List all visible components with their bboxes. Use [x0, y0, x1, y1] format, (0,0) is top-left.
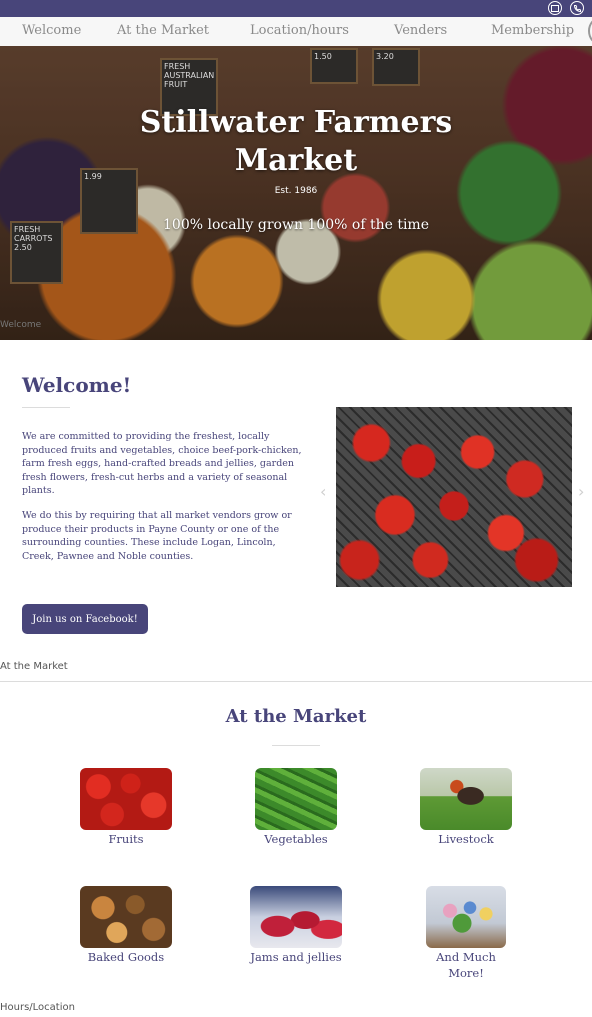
market-card-label[interactable]: Fruits	[76, 831, 176, 847]
market-card-label[interactable]: Jams and jellies	[246, 949, 346, 965]
vegetables-image[interactable]	[255, 768, 337, 830]
heading-divider	[272, 745, 320, 746]
market-card-vegetables[interactable]: Vegetables	[246, 768, 346, 858]
facebook-button[interactable]: Join us on Facebook!	[22, 604, 148, 634]
market-card-label[interactable]: Livestock	[416, 831, 516, 847]
welcome-paragraph-1: We are committed to providing the freshe…	[22, 431, 302, 496]
hero-title-line2: Market	[234, 143, 358, 178]
price-tag: 1.50	[310, 48, 358, 84]
sign-text: CARROTS	[14, 234, 53, 243]
welcome-paragraph-2: We do this by requiring that all market …	[22, 510, 292, 562]
hero-banner: FRESH AUSTRALIAN FRUIT FRESH CARROTS 2.5…	[0, 46, 592, 340]
market-card-baked-goods[interactable]: Baked Goods	[76, 886, 176, 986]
top-bar	[0, 0, 592, 17]
market-card-label[interactable]: Vegetables	[246, 831, 346, 847]
livestock-image[interactable]	[420, 768, 512, 830]
market-card-fruits[interactable]: Fruits	[76, 768, 176, 858]
sign-text: FRUIT	[164, 80, 188, 89]
market-heading: At the Market	[225, 706, 367, 727]
baked-goods-image[interactable]	[80, 886, 172, 948]
market-card-livestock[interactable]: Livestock	[416, 768, 516, 858]
main-navigation: Welcome At the Market Location/hours Ven…	[0, 17, 592, 47]
sign-text: FRESH	[164, 62, 191, 71]
nav-item-welcome[interactable]: Welcome	[22, 23, 81, 38]
slideshow-prev-arrow[interactable]: ‹	[320, 482, 326, 501]
fruits-image[interactable]	[80, 768, 172, 830]
sign-text: 1.50	[314, 52, 332, 61]
phone-icon[interactable]	[570, 1, 584, 15]
sign-text: 3.20	[376, 52, 394, 61]
section-anchor-at-the-market: At the Market	[0, 661, 68, 672]
strawberries-slideshow-image	[336, 407, 572, 587]
nav-item-location-hours[interactable]: Location/hours	[250, 23, 349, 38]
market-card-jams[interactable]: Jams and jellies	[246, 886, 346, 986]
slideshow-next-arrow[interactable]: ›	[578, 482, 584, 501]
market-card-more[interactable]: And Much More!	[426, 886, 506, 986]
sign-text: AUSTRALIAN	[164, 71, 215, 80]
flowers-image[interactable]	[426, 886, 506, 948]
hero-title-line1: Stillwater Farmers	[139, 105, 453, 140]
price-tag: 3.20	[372, 48, 420, 86]
market-card-label[interactable]: And Much More!	[426, 949, 506, 981]
market-card-label[interactable]: Baked Goods	[76, 949, 176, 965]
section-anchor-hours-location: Hours/Location	[0, 1002, 75, 1013]
section-anchor-welcome: Welcome	[0, 320, 42, 330]
established-text: Est. 1986	[274, 186, 318, 196]
scroll-indicator-icon	[588, 17, 592, 45]
heading-divider	[22, 407, 70, 408]
nav-item-venders[interactable]: Venders	[394, 23, 447, 38]
nav-item-at-the-market[interactable]: At the Market	[117, 23, 209, 38]
hero-tagline: 100% locally grown 100% of the time	[163, 217, 429, 233]
nav-item-membership[interactable]: Membership	[491, 23, 574, 38]
section-divider	[0, 681, 592, 682]
mail-icon[interactable]	[548, 1, 562, 15]
sign-text: 2.50	[14, 243, 32, 252]
welcome-heading: Welcome!	[22, 373, 132, 397]
jams-image[interactable]	[250, 886, 342, 948]
hero-title: Stillwater Farmers Market	[0, 104, 592, 180]
